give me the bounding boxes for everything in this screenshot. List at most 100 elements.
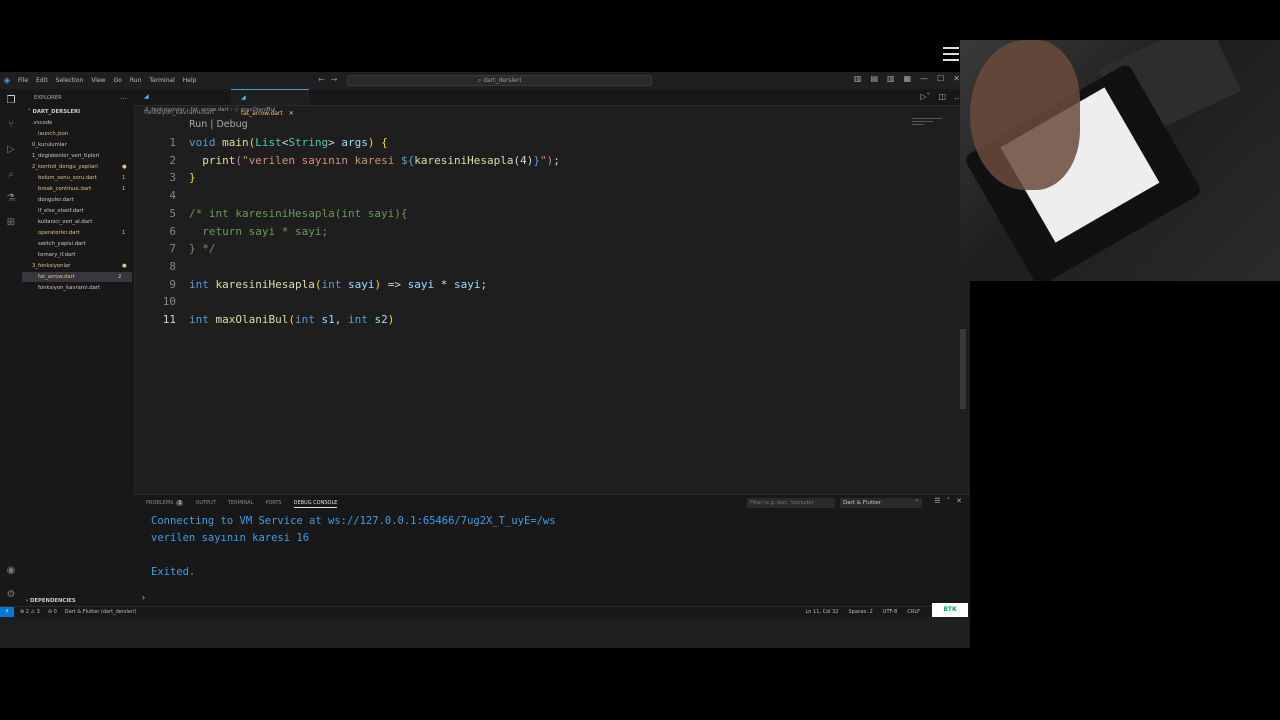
tree-item[interactable]: ternary_if.dart [38,250,132,260]
indentation[interactable]: Spaces: 2 [848,607,872,617]
tab-fat-arrow[interactable]: ◢ fat_arrow.dart ✕ [231,89,309,117]
problems-status[interactable]: ⊗ 2 ⚠ 3 [20,607,40,617]
line-ending[interactable]: CRLF [907,607,920,617]
dependencies-section[interactable]: › DEPENDENCIES [26,598,76,604]
layout-sidebar-icon[interactable]: ▥ [854,74,862,83]
menu-selection[interactable]: Selection [56,77,84,84]
code-line[interactable]: 7} */ [134,240,970,257]
tree-item-label: fat_arrow.dart [38,274,75,280]
code-line[interactable]: 3} [134,169,970,186]
code-line[interactable]: 8 [134,258,970,275]
menu-help[interactable]: Help [183,77,197,84]
line-number: 8 [169,259,176,273]
tab-problems[interactable]: PROBLEMS 3 [146,500,184,508]
code-line[interactable]: 2 print("verilen sayının karesi ${karesi… [134,152,970,169]
minimap[interactable] [912,118,942,132]
tree-item[interactable]: operatorler.dart 1 [38,228,132,238]
tree-item[interactable]: switch_yapisi.dart [38,239,132,249]
code-editor[interactable]: Run | Debug 1 void main(List<String> args… [134,116,970,494]
maximize-panel-icon[interactable]: ˄ [947,497,951,505]
more-actions-icon[interactable]: … [120,93,127,101]
settings-gear-icon[interactable]: ⚙ [5,589,17,601]
run-debug-dropdown-icon[interactable]: ▷˅ [920,92,930,101]
layout-customize-icon[interactable]: ▦ [904,74,912,83]
tree-item[interactable]: .vscode [32,118,132,128]
tree-item[interactable]: fonksiyon_kavrami.dart [38,283,132,293]
minimize-icon[interactable]: — [920,74,928,83]
explorer-icon[interactable]: ❐ [5,95,17,107]
code-line[interactable]: 6 return sayi * sayi; [134,223,970,240]
tree-item-label: donguler.dart [38,197,74,203]
tab-ports[interactable]: PORTS [265,500,281,508]
debug-session-select[interactable]: Dart & Flutter ˅ [840,498,922,508]
flutter-status[interactable]: Dart & Flutter (dart_dersleri) [65,607,137,617]
line-code: } */ [189,240,216,257]
tree-item[interactable]: if_else_elseif.dart [38,206,132,216]
tab-debug-console[interactable]: DEBUG CONSOLE [293,500,338,508]
tree-item[interactable]: 1_degiskenler_veri_tipleri [32,151,132,161]
command-center-search[interactable]: ⌕ dart_dersleri [347,75,652,86]
window-controls: ▥ ▤ ▥ ▦ — ☐ ✕ [854,74,960,83]
code-token: int [347,313,375,326]
tree-item[interactable]: 3_fonksiyonlar ● [32,261,132,271]
tab-output[interactable]: OUTPUT [195,500,215,508]
tree-item[interactable]: kullanici_veri_al.dart [38,217,132,227]
split-editor-icon[interactable]: ◫ [938,92,946,101]
tree-item[interactable]: donguler.dart [38,195,132,205]
menu-run[interactable]: Run [130,77,142,84]
remote-indicator-icon[interactable]: ⚡ [0,607,14,617]
code-line[interactable]: 1 void main(List<String> args) { [134,134,970,151]
tab-terminal[interactable]: TERMINAL [228,500,253,508]
tab-fonksiyon-kavrami[interactable]: ◢ fonksiyon_kavrami.dart [134,89,230,116]
panel-actions: ☰ ˄ ✕ [934,497,962,505]
search-sidebar-icon[interactable]: ⌕ [5,169,17,181]
console-prompt-icon[interactable]: › [142,593,145,602]
ports-status[interactable]: ⊘ 0 [48,607,57,617]
tree-item[interactable]: launch.json [38,129,132,139]
run-debug-icon[interactable]: ▷ [5,144,17,156]
extensions-icon[interactable]: ⊞ [5,217,17,229]
testing-icon[interactable]: ⚗ [5,193,17,205]
tree-item[interactable]: fat_arrow.dart 2 [22,272,132,282]
menu-terminal[interactable]: Terminal [149,77,174,84]
source-control-icon[interactable]: ⑂ [5,119,17,131]
hand-image [970,40,1080,190]
encoding[interactable]: UTF-8 [883,607,898,617]
menu-file[interactable]: File [18,77,28,84]
console-filter-input[interactable]: Filter (e.g. text, !exclude) [747,498,835,508]
code-line[interactable]: 9 int karesiniHesapla(int sayi) => sayi *… [134,276,970,293]
tree-item[interactable]: 0_kurulumlar [32,140,132,150]
tree-item[interactable]: break_continue.dart 1 [38,184,132,194]
dependencies-label: DEPENDENCIES [30,598,76,604]
code-line[interactable]: 5 /* int karesiniHesapla(int sayi){ [134,205,970,222]
menu-edit[interactable]: Edit [36,77,48,84]
code-token: sayi [453,277,481,291]
tree-item[interactable]: 2_kontrol_dongu_yapilari ● [32,162,132,172]
account-icon[interactable]: ◉ [5,565,17,577]
breadcrumb[interactable]: 3_fonksiyonlar › fat_arrow.dart › ◇ maxO… [145,107,276,113]
tree-item[interactable]: bolum_sonu_soru.dart 1 [38,173,132,183]
forward-arrow-icon[interactable]: → [331,75,344,84]
line-number: 11 [162,313,176,326]
code-line[interactable]: 10 [134,293,970,310]
menu-view[interactable]: View [91,77,105,84]
code-token: "verilen sayının karesi [242,153,401,167]
code-line[interactable]: 4 [134,187,970,204]
clear-console-icon[interactable]: ☰ [934,497,940,505]
close-window-icon[interactable]: ✕ [953,74,960,83]
project-root[interactable]: ˅ DART_DERSLERI [28,107,80,117]
run-debug-codelens[interactable]: Run | Debug [189,119,248,130]
layout-secondary-icon[interactable]: ▥ [887,74,895,83]
tree-item-label: break_continue.dart [38,186,92,192]
cursor-position[interactable]: Ln 11, Col 32 [806,607,839,617]
close-panel-icon[interactable]: ✕ [956,497,962,505]
code-line[interactable]: 11 int maxOlaniBul(int s1, int s2) [134,311,970,328]
menu-go[interactable]: Go [114,77,122,84]
editor-scrollbar[interactable] [960,329,966,409]
menu-bar: File Edit Selection View Go Run Terminal… [18,77,196,84]
maximize-icon[interactable]: ☐ [937,74,944,83]
code-token: ) [367,136,375,149]
player-menu-icon[interactable] [943,47,959,65]
back-arrow-icon[interactable]: ← [318,75,331,84]
layout-panel-icon[interactable]: ▤ [870,74,878,83]
